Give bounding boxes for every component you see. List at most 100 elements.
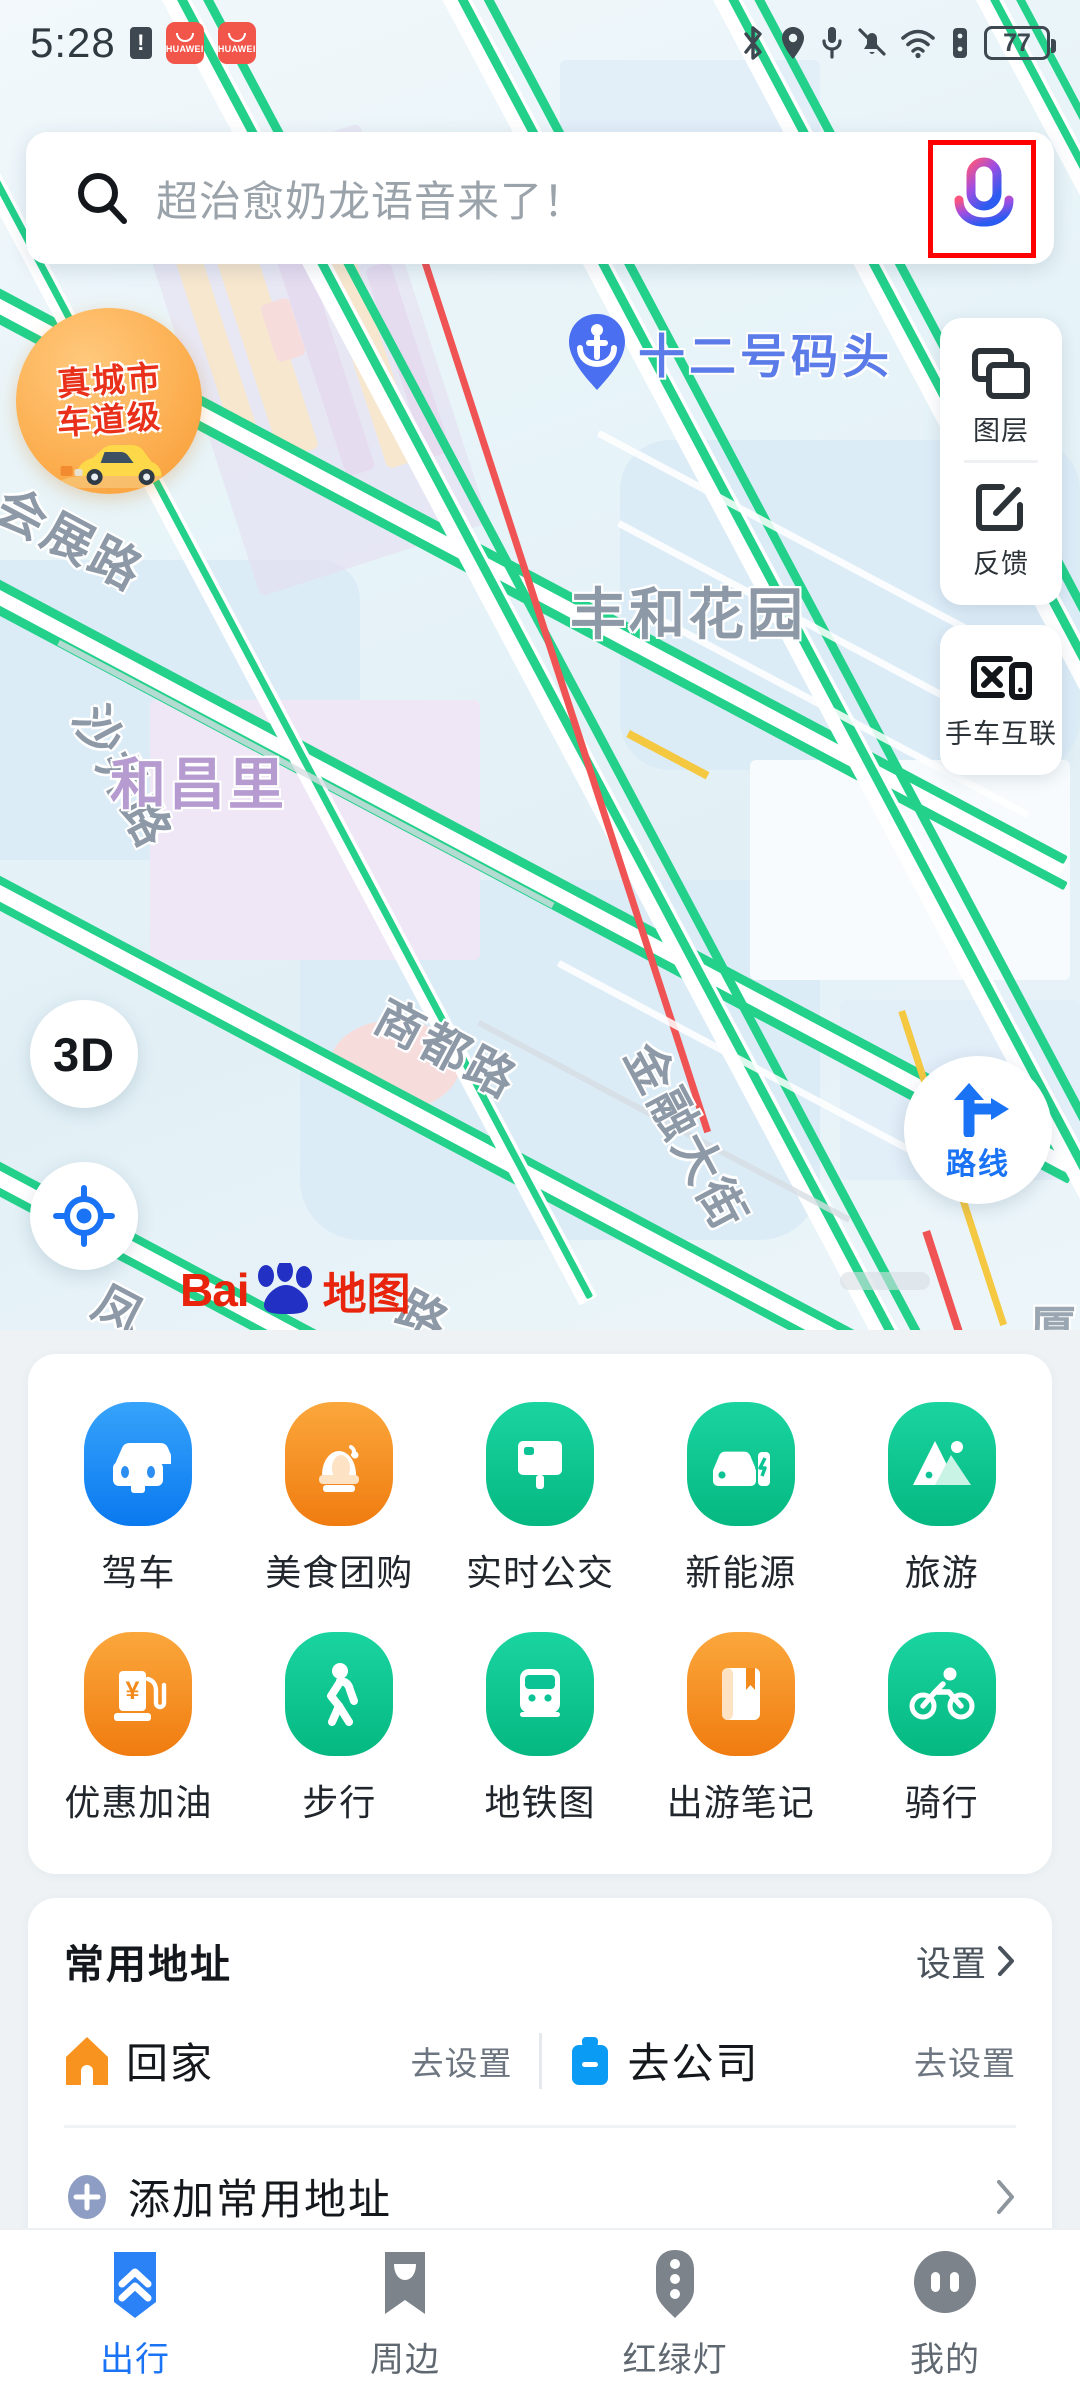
map-tools-card-secondary: 手车互联	[940, 625, 1062, 775]
shortcut-new-energy[interactable]: 新能源	[640, 1388, 841, 1618]
shortcut-food[interactable]: 美食团购	[239, 1388, 440, 1618]
shortcut-realtime-bus[interactable]: 实时公交	[440, 1388, 641, 1618]
phone-car-link-icon	[971, 656, 1032, 700]
nav-tab-travel-label: 出行	[100, 2341, 170, 2379]
shortcut-fuel-discount[interactable]: ¥ 优惠加油	[38, 1618, 239, 1848]
promo-badge[interactable]: 真城市 车道级	[16, 308, 202, 494]
shortcut-realtime-bus-label: 实时公交	[465, 1552, 614, 1593]
fuel-discount-icon: ¥	[84, 1632, 193, 1756]
route-arrow-icon	[954, 1083, 1009, 1137]
walk-icon	[285, 1632, 394, 1756]
bottom-navigation-bar: 出行 周边 红绿灯 我的	[0, 2228, 1080, 2400]
locate-me-icon	[53, 1185, 115, 1247]
search-placeholder-text: 超治愈奶龙语音来了！	[156, 177, 587, 225]
address-home[interactable]: 回家 去设置	[64, 2030, 513, 2091]
nav-tab-travel[interactable]: 出行	[0, 2248, 270, 2381]
map-tools-card-primary: 图层 反馈	[940, 318, 1062, 605]
layers-icon	[972, 348, 1030, 399]
nav-tab-nearby[interactable]: 周边	[270, 2248, 540, 2381]
voice-microphone-icon	[954, 157, 1014, 240]
address-company[interactable]: 去公司 去设置	[568, 2030, 1017, 2091]
nav-tab-traffic-light[interactable]: 红绿灯	[540, 2248, 810, 2381]
shortcut-metro-map-label: 地铁图	[484, 1782, 596, 1823]
shortcut-travel-label: 旅游	[904, 1552, 979, 1593]
map-label-fenghe-garden: 丰和花园	[570, 583, 806, 646]
plus-circle-icon	[68, 2174, 106, 2219]
search-input[interactable]: 超治愈奶龙语音来了！	[26, 132, 929, 264]
baidu-map-watermark: Bai 地图	[180, 1258, 411, 1322]
map-tool-feedback[interactable]: 反馈	[940, 463, 1062, 589]
feedback-edit-icon	[976, 484, 1023, 531]
bluetooth-icon	[744, 26, 762, 60]
shortcut-travel-notes[interactable]: 出游笔记	[640, 1618, 841, 1848]
ev-charge-icon	[686, 1402, 795, 1526]
travel-chevrons-icon	[114, 2252, 156, 2318]
shortcut-driving[interactable]: 驾车	[38, 1388, 239, 1618]
frequent-addresses-settings-link[interactable]: 设置	[916, 1936, 1016, 1987]
poi-pier-12[interactable]: 十二号码头	[566, 312, 893, 392]
map-route-button[interactable]: 路线	[904, 1056, 1052, 1204]
baidu-paw-icon	[257, 1263, 312, 1314]
map-3d-label: 3D	[52, 1027, 116, 1081]
profile-icon	[914, 2251, 976, 2313]
promo-line-2: 车道级	[55, 397, 163, 442]
shortcut-walking[interactable]: 步行	[239, 1618, 440, 1848]
signal-icon	[953, 28, 967, 58]
address-home-action[interactable]: 去设置	[411, 2037, 513, 2085]
shortcuts-row-2: ¥ 优惠加油 步行 地铁图 出游笔记 骑行	[38, 1618, 1042, 1848]
map-label-hechangli: 和昌里	[110, 753, 287, 816]
map-tool-phone-car-link-label: 手车互联	[945, 719, 1057, 749]
svg-text:¥: ¥	[126, 1677, 140, 1705]
shortcuts-card: 驾车 美食团购 实时公交 新能源 旅游 ¥ 优惠加油 步行 地铁图 出游笔记 骑…	[28, 1354, 1052, 1874]
add-frequent-address-row[interactable]: 添加常用地址	[64, 2128, 1016, 2237]
map-tool-feedback-label: 反馈	[973, 549, 1029, 579]
travel-note-icon	[686, 1632, 795, 1756]
map-locate-button[interactable]	[30, 1162, 138, 1270]
microphone-icon	[822, 27, 842, 59]
shortcut-cycling-label: 骑行	[904, 1782, 979, 1823]
voice-search-button[interactable]	[928, 132, 1036, 264]
frequent-addresses-title: 常用地址	[64, 1943, 232, 1987]
battery-icon: 77	[984, 26, 1056, 60]
mountain-icon	[887, 1402, 996, 1526]
address-divider	[538, 2032, 542, 2089]
shortcut-fuel-discount-label: 优惠加油	[64, 1782, 213, 1823]
huawei-app-icon: HUAWEI	[217, 22, 256, 64]
search-bar[interactable]: 超治愈奶龙语音来了！	[26, 132, 1054, 264]
map-tool-phone-car-link[interactable]: 手车互联	[940, 639, 1062, 759]
shortcut-driving-label: 驾车	[101, 1552, 176, 1593]
shortcut-travel-notes-label: 出游笔记	[666, 1782, 815, 1823]
poi-pier-label: 十二号码头	[638, 329, 893, 383]
shortcut-new-energy-label: 新能源	[685, 1552, 797, 1593]
nav-tab-profile[interactable]: 我的	[810, 2248, 1080, 2381]
shortcut-travel[interactable]: 旅游	[841, 1388, 1042, 1618]
bus-icon	[485, 1402, 594, 1526]
map-route-label: 路线	[946, 1148, 1010, 1181]
car-icon	[84, 1402, 193, 1526]
food-icon	[285, 1402, 394, 1526]
huawei-app-icon: HUAWEI	[165, 22, 204, 64]
shortcut-cycling[interactable]: 骑行	[841, 1618, 1042, 1848]
nav-tab-profile-label: 我的	[910, 2341, 980, 2379]
shortcut-walking-label: 步行	[302, 1782, 377, 1823]
status-bar-right: 77	[740, 25, 1056, 61]
briefcase-icon	[571, 2036, 608, 2085]
frequent-addresses-row: 回家 去设置 去公司 去设置	[64, 2030, 1016, 2091]
anchor-pin-icon	[569, 314, 625, 390]
map-tools-panel: 图层 反馈 手车互联	[940, 318, 1062, 795]
address-company-action[interactable]: 去设置	[914, 2037, 1016, 2085]
car-illustration-icon	[60, 445, 177, 488]
metro-icon	[485, 1632, 594, 1756]
home-icon	[66, 2036, 108, 2085]
map-tool-layers[interactable]: 图层	[940, 332, 1062, 456]
search-icon	[78, 173, 127, 224]
battery-alert-icon: !	[129, 27, 152, 59]
map-3d-toggle-button[interactable]: 3D	[30, 1000, 138, 1108]
location-icon	[782, 27, 804, 59]
chevron-right-icon	[998, 1946, 1014, 1976]
nav-tab-traffic-light-label: 红绿灯	[622, 2341, 728, 2379]
shortcuts-row-1: 驾车 美食团购 实时公交 新能源 旅游	[38, 1388, 1042, 1618]
add-frequent-address-label: 添加常用地址	[128, 2176, 393, 2223]
shortcut-metro-map[interactable]: 地铁图	[440, 1618, 641, 1848]
address-home-label: 回家	[126, 2040, 215, 2087]
